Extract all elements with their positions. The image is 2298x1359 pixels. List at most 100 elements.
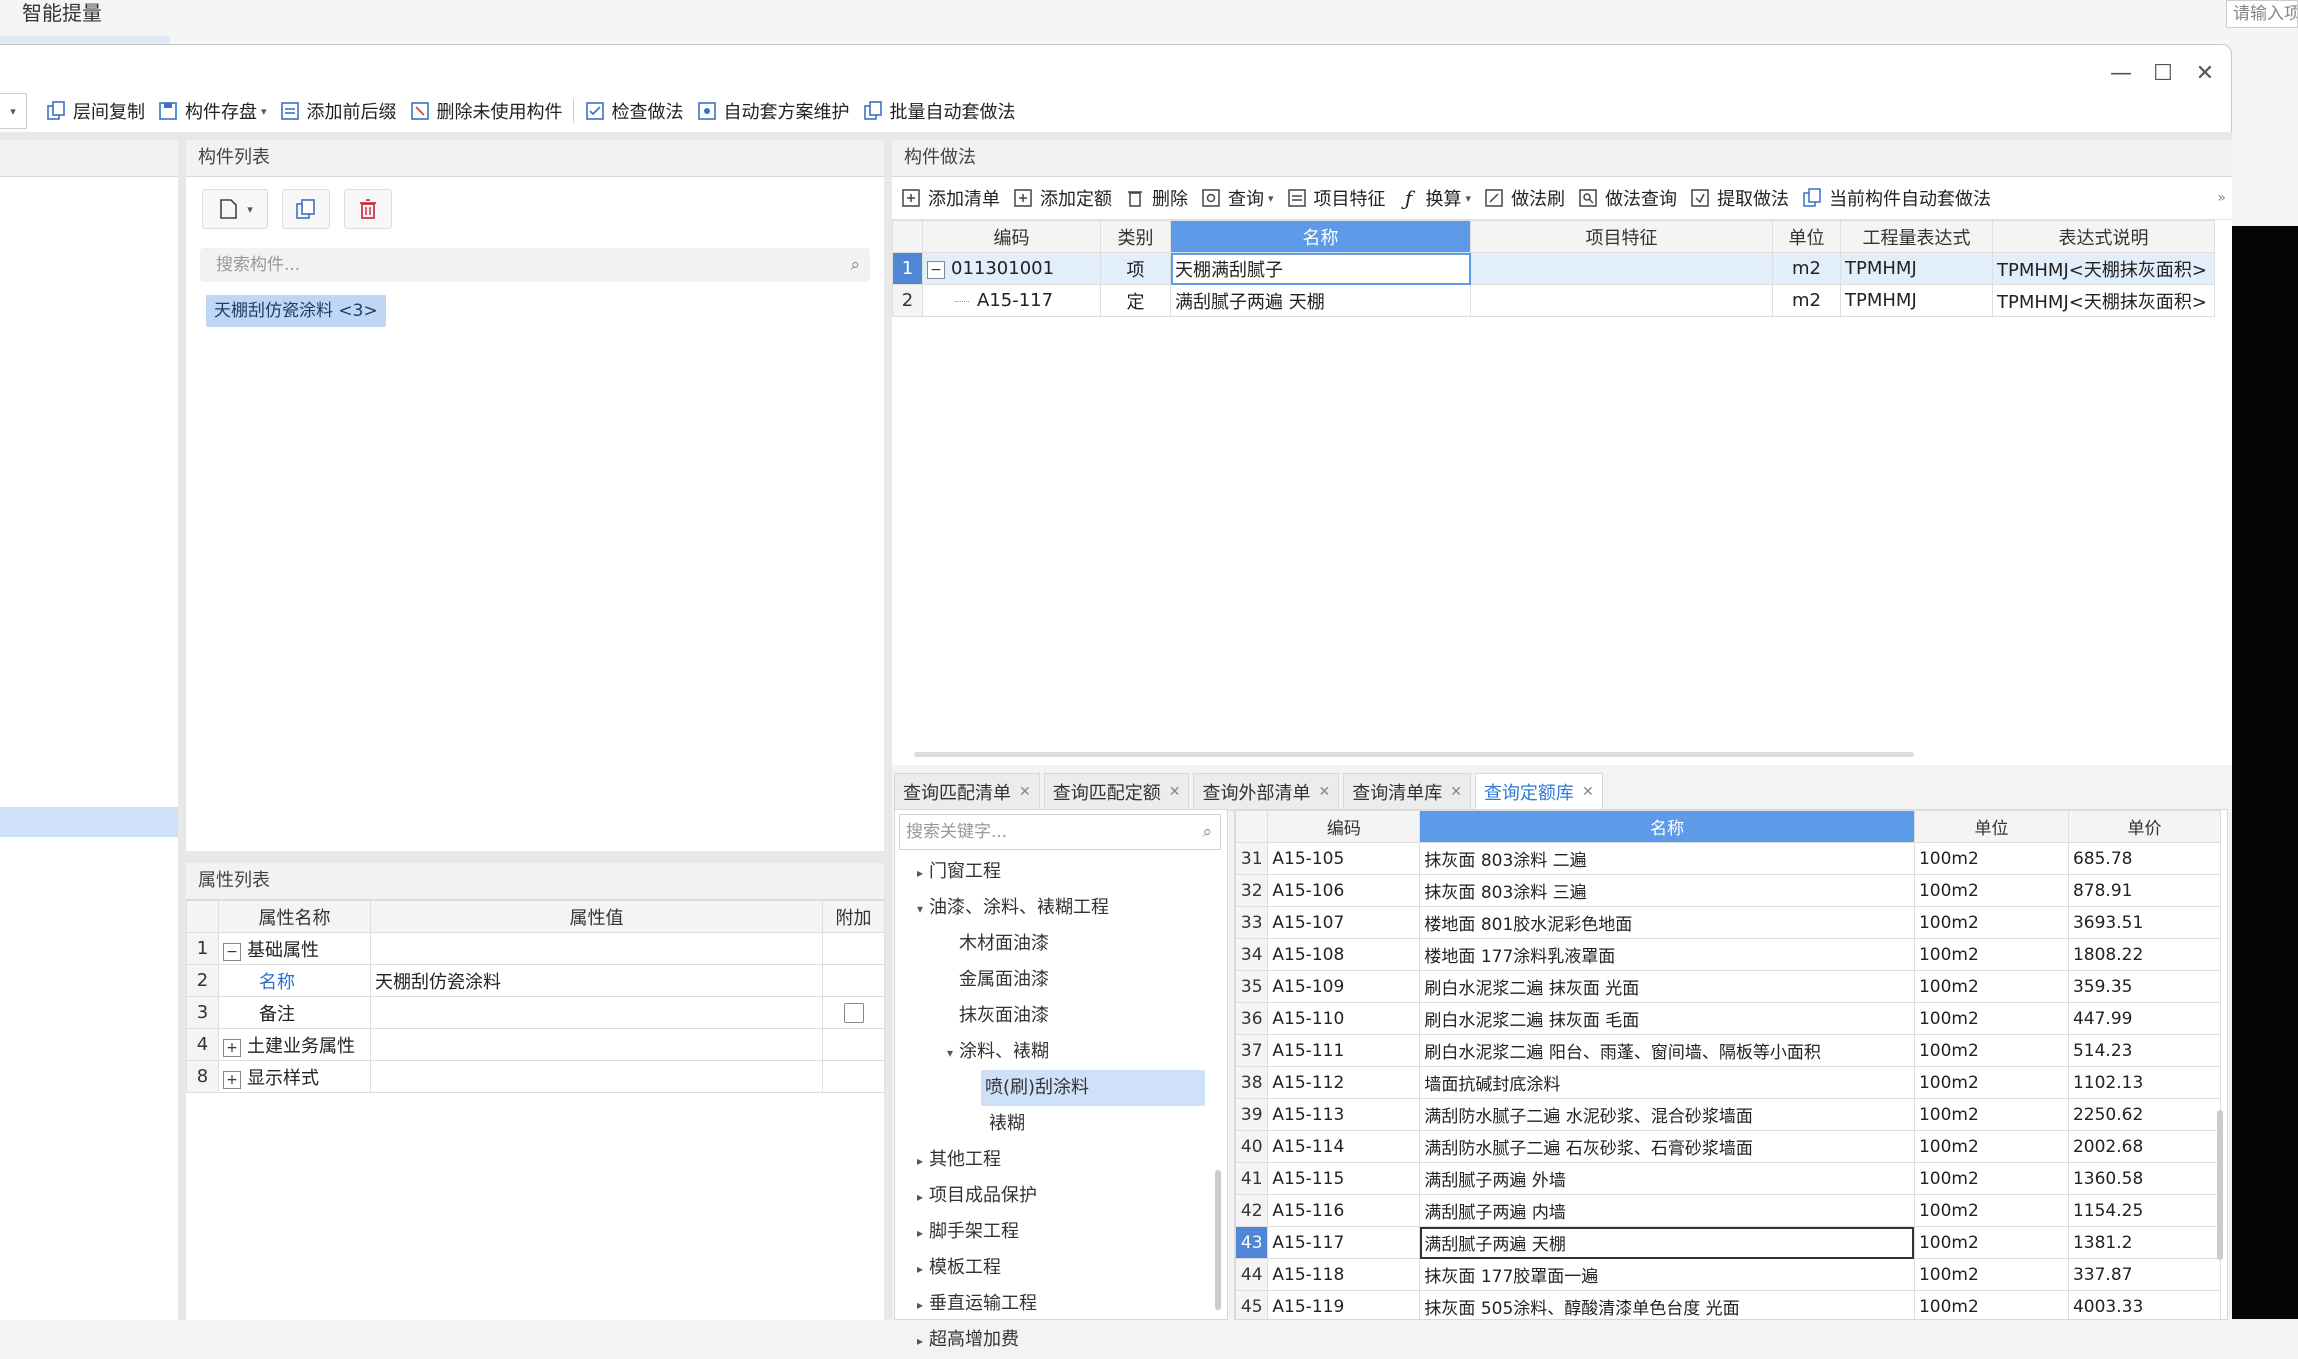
toolbar-batch-auto-button[interactable]: 批量自动套做法 [856,94,1022,128]
chevron-down-icon[interactable]: ▾ [941,1035,959,1071]
quota-scrollbar[interactable] [2217,1110,2223,1260]
quota-row[interactable]: 40 A15-114 满刮防水腻子二遍 石灰砂浆、石膏砂浆墙面 100m2 2002.6… [1235,1130,2222,1163]
extra-checkbox[interactable] [843,1003,864,1023]
quota-name[interactable]: 楼地面 177涂料乳液罩面 [1419,938,1915,971]
toolbar-check-method-button[interactable]: 检查做法 [578,94,690,128]
tree-item[interactable]: ▸ 门窗工程 [895,854,1215,890]
tree-scrollbar[interactable] [1215,1170,1221,1310]
method-feature[interactable] [1470,252,1773,285]
quota-row[interactable]: 35 A15-109 刷白水泥浆二遍 抹灰面 光面 100m2 359.35 [1235,970,2222,1003]
auto-apply-current-button[interactable]: 当前构件自动套做法 [1795,181,1997,215]
tree-item[interactable]: 木材面油漆 [895,926,1215,962]
delete-component-button[interactable] [344,189,392,229]
new-component-button[interactable]: ▾ [202,189,268,229]
property-row[interactable]: 1 − 基础属性 [186,932,885,965]
quota-row[interactable]: 41 A15-115 满刮腻子两遍 外墙 100m2 1360.58 [1235,1162,2222,1195]
property-value[interactable]: 天棚刮仿瓷涂料 [370,964,823,997]
expand-icon[interactable]: + [223,1038,241,1057]
method-query-button[interactable]: 做法查询 [1571,181,1683,215]
tab-match-bill[interactable]: 查询匹配清单 ✕ [894,773,1040,811]
quota-row[interactable]: 42 A15-116 满刮腻子两遍 内墙 100m2 1154.25 [1235,1194,2222,1227]
chevron-right-icon[interactable]: ▸ [911,1179,929,1215]
tree-item[interactable]: ▸ 其他工程 [895,1142,1215,1178]
quota-row[interactable]: 39 A15-113 满刮防水腻子二遍 水泥砂浆、混合砂浆墙面 100m2 2250.6… [1235,1098,2222,1131]
property-value[interactable] [370,932,823,965]
toolbar-auto-scheme-button[interactable]: 自动套方案维护 [690,94,856,128]
quota-row[interactable]: 43 A15-117 满刮腻子两遍 天棚 100m2 1381.2 [1235,1226,2222,1259]
tree-item[interactable]: ▸ 垂直运输工程 [895,1286,1215,1322]
delete-method-button[interactable]: 删除 [1118,181,1194,215]
property-row[interactable]: 8 + 显示样式 [186,1060,885,1093]
chevron-right-icon[interactable]: ▸ [911,1143,929,1179]
method-header-name[interactable]: 名称 [1170,220,1471,253]
component-item-selected[interactable]: 天棚刮仿瓷涂料 <3> [206,295,386,327]
quota-row[interactable]: 38 A15-112 墙面抗碱封底涂料 100m2 1102.13 [1235,1066,2222,1099]
close-icon[interactable]: ✕ [1318,784,1330,800]
quota-name[interactable]: 刷白水泥浆二遍 抹灰面 毛面 [1419,1002,1915,1035]
tree-item[interactable]: 抹灰面油漆 [895,998,1215,1034]
tab-quota-library[interactable]: 查询定额库 ✕ [1474,773,1603,811]
property-row[interactable]: 3 备注 [186,996,885,1029]
property-row[interactable]: 4 + 土建业务属性 [186,1028,885,1061]
quota-row[interactable]: 37 A15-111 刷白水泥浆二遍 阳台、雨蓬、窗间墙、隔板等小面积 100m2 51… [1235,1034,2222,1067]
quota-name[interactable]: 抹灰面 803涂料 二遍 [1419,842,1915,875]
quota-row[interactable]: 31 A15-105 抹灰面 803涂料 二遍 100m2 685.78 [1235,842,2222,875]
tab-external-bill[interactable]: 查询外部清单 ✕ [1193,773,1340,811]
query-button[interactable]: 查询 ▾ [1194,181,1280,215]
chevron-down-icon[interactable]: ▾ [247,203,253,216]
close-icon[interactable]: ✕ [1582,784,1594,800]
component-search-input[interactable]: 搜索构件... ⌕ [200,248,870,282]
tree-search-input[interactable]: 搜索关键字... ⌕ [899,814,1221,850]
property-value[interactable] [370,996,823,1029]
collapse-icon[interactable]: − [927,261,945,279]
method-expr[interactable]: TPMHMJ [1840,284,1993,317]
tab-match-quota[interactable]: 查询匹配定额 ✕ [1043,773,1190,811]
quota-header-name[interactable]: 名称 [1419,810,1915,843]
method-name-cell[interactable]: 天棚满刮腻子 [1170,252,1471,285]
tree-item[interactable]: ▾ 油漆、涂料、裱糊工程 [895,890,1215,926]
chevron-down-icon[interactable]: ▾ [261,105,267,118]
method-brush-button[interactable]: 做法刷 [1477,181,1571,215]
tree-item[interactable]: 金属面油漆 [895,962,1215,998]
chevron-down-icon[interactable]: ▾ [1466,192,1472,205]
horizontal-scrollbar[interactable] [914,752,1914,757]
close-icon[interactable]: ✕ [1169,784,1181,800]
floor-dropdown[interactable]: ▾ [0,93,27,129]
quota-row[interactable]: 44 A15-118 抹灰面 177胶罩面一遍 100m2 337.87 [1235,1258,2222,1291]
method-expr[interactable]: TPMHMJ [1840,252,1993,285]
quota-name[interactable]: 楼地面 801胶水泥彩色地面 [1419,906,1915,939]
tab-bill-library[interactable]: 查询清单库 ✕ [1343,773,1471,811]
chevron-right-icon[interactable]: ▸ [911,1323,929,1359]
left-tree-selected-row[interactable] [0,807,178,837]
tree-item[interactable]: ▸ 超高增加费 [895,1322,1215,1358]
method-row[interactable]: 1 −011301001 项 天棚满刮腻子 m2 TPMHMJ TPMHMJ<天… [892,252,2215,285]
tree-item[interactable]: ▸ 脚手架工程 [895,1214,1215,1250]
tree-item[interactable]: ▸ 项目成品保护 [895,1178,1215,1214]
maximize-button[interactable]: ☐ [2148,59,2178,89]
toolbar-add-prefix-button[interactable]: 添加前后缀 [273,94,403,128]
property-value[interactable] [370,1028,823,1061]
add-quota-button[interactable]: 添加定额 [1006,181,1118,215]
quota-row[interactable]: 36 A15-110 刷白水泥浆二遍 抹灰面 毛面 100m2 447.99 [1235,1002,2222,1035]
property-row[interactable]: 2 名称 天棚刮仿瓷涂料 [186,964,885,997]
quota-name[interactable]: 刷白水泥浆二遍 抹灰面 光面 [1419,970,1915,1003]
quota-name[interactable]: 刷白水泥浆二遍 阳台、雨蓬、窗间墙、隔板等小面积 [1419,1034,1915,1067]
close-icon[interactable]: ✕ [1019,784,1031,800]
toolbar-delete-unused-button[interactable]: 删除未使用构件 [403,94,569,128]
tree-item[interactable]: 喷(刷)刮涂料 [895,1070,1205,1106]
method-row[interactable]: 2 A15-117 定 满刮腻子两遍 天棚 m2 TPMHMJ TPMHMJ<天… [892,284,2215,317]
collapse-icon[interactable]: − [223,942,241,961]
project-feature-button[interactable]: 项目特征 [1280,181,1392,215]
quota-name[interactable]: 满刮腻子两遍 内墙 [1419,1194,1915,1227]
quota-row[interactable]: 34 A15-108 楼地面 177涂料乳液罩面 100m2 1808.22 [1235,938,2222,971]
extract-method-button[interactable]: 提取做法 [1683,181,1795,215]
chevron-right-icon[interactable]: ▸ [911,1251,929,1287]
property-value[interactable] [370,1060,823,1093]
tree-item[interactable]: 裱糊 [895,1106,1215,1142]
chevron-right-icon[interactable]: ▸ [911,1215,929,1251]
toolbar-copy-floors-button[interactable]: 层间复制 [39,94,151,128]
quota-row[interactable]: 32 A15-106 抹灰面 803涂料 三遍 100m2 878.91 [1235,874,2222,907]
more-chevron-icon[interactable]: » [2217,190,2232,206]
method-feature[interactable] [1470,284,1773,317]
add-bill-button[interactable]: 添加清单 [894,181,1006,215]
